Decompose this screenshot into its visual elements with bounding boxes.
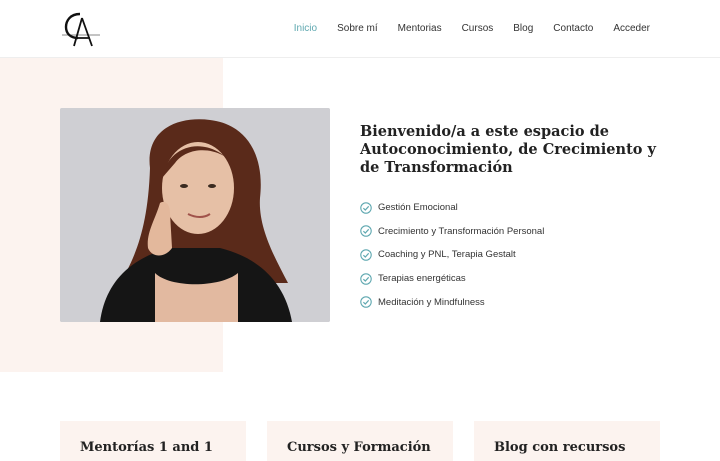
logo-monogram-icon [62,12,100,47]
check-circle-icon [360,272,372,285]
list-item: Coaching y PNL, Terapia Gestalt [360,243,544,267]
nav-item-acceder[interactable]: Acceder [613,23,650,34]
nav-item-sobre-mi[interactable]: Sobre mí [337,23,378,34]
feature-label: Coaching y PNL, Terapia Gestalt [378,249,516,261]
feature-label: Crecimiento y Transformación Personal [378,225,545,237]
list-item: Meditación y Mindfulness [360,290,544,314]
hero-title: Bienvenido/a a este espacio de Autoconoc… [360,123,656,176]
check-circle-icon [360,296,372,308]
feature-label: Terapias energéticas [378,273,466,285]
main-nav: Inicio Sobre mí Mentorias Cursos Blog Co… [274,0,650,57]
site-header: Inicio Sobre mí Mentorias Cursos Blog Co… [0,0,720,58]
nav-item-mentorias[interactable]: Mentorias [398,23,442,34]
nav-item-cursos[interactable]: Cursos [462,23,494,34]
nav-item-blog[interactable]: Blog [513,23,533,34]
feature-label: Gestión Emocional [378,202,458,214]
card-cursos[interactable]: Cursos y Formación [267,421,453,461]
check-circle-icon [360,202,372,214]
card-title: Mentorías 1 and 1 [80,440,213,455]
nav-item-contacto[interactable]: Contacto [553,23,593,34]
card-title: Blog con recursos [494,440,626,455]
list-item: Crecimiento y Transformación Personal [360,220,544,244]
site-logo[interactable] [60,8,102,50]
feature-list: Gestión Emocional Crecimiento y Transfor… [360,196,544,314]
list-item: Gestión Emocional [360,196,544,220]
hero-portrait-image [60,108,330,322]
list-item: Terapias energéticas [360,267,544,291]
card-blog[interactable]: Blog con recursos [474,421,660,461]
card-mentorias[interactable]: Mentorías 1 and 1 [60,421,246,461]
feature-label: Meditación y Mindfulness [378,296,485,308]
check-circle-icon [360,249,372,261]
nav-item-inicio[interactable]: Inicio [294,23,317,34]
check-circle-icon [360,225,372,238]
card-title: Cursos y Formación [287,440,431,455]
